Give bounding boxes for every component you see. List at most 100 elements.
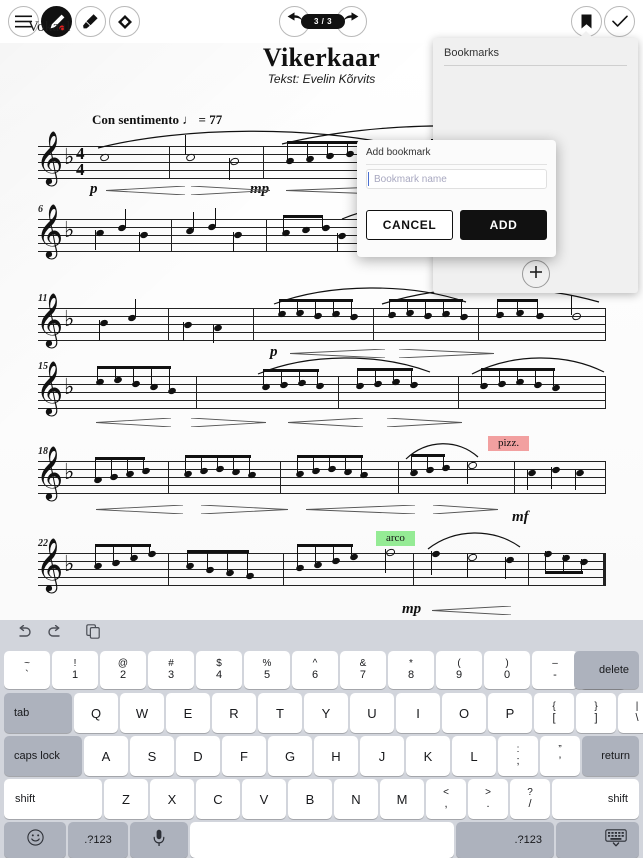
key-c[interactable]: C <box>196 779 240 819</box>
bookmark-icon <box>581 14 592 29</box>
keyboard-undo-button[interactable] <box>12 624 34 644</box>
key-r[interactable]: R <box>212 693 256 733</box>
hide-keyboard-icon <box>605 828 627 852</box>
tempo-marking: Con sentimento ♩ = 77 <box>92 112 222 128</box>
key-4[interactable]: $4 <box>196 651 242 689</box>
key-d[interactable]: D <box>176 736 220 776</box>
key-caps-lock[interactable]: caps lock <box>4 736 82 776</box>
staff-system-4[interactable]: 15 𝄞 ♭ <box>36 357 606 427</box>
microphone-icon <box>153 829 165 852</box>
key-delete[interactable]: delete <box>574 651 639 689</box>
keyboard-paste-button[interactable] <box>82 624 104 644</box>
key-signature: ♭ <box>64 460 75 485</box>
staff-system-5[interactable]: 18 pizz. 𝄞 ♭ mf <box>36 436 606 525</box>
key-comma[interactable]: <, <box>426 779 466 819</box>
keyboard-redo-button[interactable] <box>44 624 66 644</box>
key-t[interactable]: T <box>258 693 302 733</box>
divider <box>366 164 547 165</box>
keyboard-row-qwerty: tab Q W E R T Y U I O P {[ }] | \ <box>0 693 643 733</box>
key-q[interactable]: Q <box>74 693 118 733</box>
key-i[interactable]: I <box>396 693 440 733</box>
key-f[interactable]: F <box>222 736 266 776</box>
add-button[interactable]: ADD <box>460 210 547 240</box>
key-numeric-right[interactable]: .?123 <box>456 822 554 858</box>
key-quote[interactable]: ”’ <box>540 736 580 776</box>
key-7[interactable]: & 7 <box>340 651 386 689</box>
key-slash[interactable]: ? / <box>510 779 550 819</box>
key-x[interactable]: X <box>150 779 194 819</box>
key-n[interactable]: N <box>334 779 378 819</box>
key-z[interactable]: Z <box>104 779 148 819</box>
staff-system-6[interactable]: 22 arco 𝄞 ♭ mp <box>36 531 606 617</box>
highlighter-tool-button[interactable] <box>75 6 106 37</box>
key-dictation[interactable] <box>130 822 188 858</box>
dynamic-marking: mf <box>512 509 529 525</box>
text-caret <box>368 172 369 186</box>
crescendo-hairpin <box>96 505 184 514</box>
key-bracket-right[interactable]: }] <box>576 693 616 733</box>
key-2[interactable]: @2 <box>100 651 146 689</box>
key-return[interactable]: return <box>582 736 639 776</box>
key-p[interactable]: P <box>488 693 532 733</box>
decrescendo-hairpin <box>432 505 498 514</box>
key-u[interactable]: U <box>350 693 394 733</box>
annotation-pizz[interactable]: pizz. <box>488 436 530 451</box>
crescendo-hairpin <box>96 418 172 427</box>
staff: 𝄞 ♭ <box>36 449 606 495</box>
key-9[interactable]: (9 <box>436 651 482 689</box>
key-l[interactable]: L <box>452 736 496 776</box>
key-backslash[interactable]: | \ <box>618 693 643 733</box>
key-emoji[interactable] <box>4 822 66 858</box>
key-8[interactable]: * 8 <box>388 651 434 689</box>
key-j[interactable]: J <box>360 736 404 776</box>
crescendo-hairpin <box>288 418 364 427</box>
undo-icon <box>15 624 32 644</box>
key-5[interactable]: % 5 <box>244 651 290 689</box>
key-k[interactable]: K <box>406 736 450 776</box>
key-g[interactable]: G <box>268 736 312 776</box>
key-h[interactable]: H <box>314 736 358 776</box>
slur <box>254 356 434 376</box>
key-o[interactable]: O <box>442 693 486 733</box>
staff-system-3[interactable]: 11 𝄞 ♭ p <box>36 287 606 360</box>
dialog-title: Add bookmark <box>366 147 431 158</box>
page-indicator[interactable]: 3 / 3 <box>301 14 345 29</box>
key-b[interactable]: B <box>288 779 332 819</box>
key-minus[interactable]: – - <box>532 651 578 689</box>
key-3[interactable]: #3 <box>148 651 194 689</box>
treble-clef-icon: 𝄞 <box>36 292 64 346</box>
key-bracket-left[interactable]: {[ <box>534 693 574 733</box>
key-shift-left[interactable]: shift <box>4 779 102 819</box>
slur <box>424 531 524 551</box>
annotation-arco[interactable]: arco <box>376 531 415 546</box>
key-semicolon[interactable]: :; <box>498 736 538 776</box>
dynamic-marking: mp <box>402 601 422 617</box>
key-tab[interactable]: tab <box>4 693 72 733</box>
confirm-button[interactable] <box>604 6 635 37</box>
key-w[interactable]: W <box>120 693 164 733</box>
decrescendo-hairpin <box>190 186 270 195</box>
key-v[interactable]: V <box>242 779 286 819</box>
eraser-icon <box>116 13 134 31</box>
key-backtick[interactable]: ~ ` <box>4 651 50 689</box>
app-root: Vokaal 3 / 3 Vikerkaar Tekst: Evelin Kõr… <box>0 0 643 858</box>
key-a[interactable]: A <box>84 736 128 776</box>
key-numeric-left[interactable]: .?123 <box>68 822 128 858</box>
key-signature: ♭ <box>64 552 75 577</box>
key-s[interactable]: S <box>130 736 174 776</box>
bookmark-name-input[interactable] <box>366 169 547 189</box>
key-m[interactable]: M <box>380 779 424 819</box>
key-space[interactable] <box>190 822 454 858</box>
key-0[interactable]: ) 0 <box>484 651 530 689</box>
key-period[interactable]: >. <box>468 779 508 819</box>
key-6[interactable]: ^ 6 <box>292 651 338 689</box>
add-bookmark-button[interactable] <box>522 260 550 288</box>
key-e[interactable]: E <box>166 693 210 733</box>
key-shift-right[interactable]: shift <box>552 779 639 819</box>
key-dismiss-keyboard[interactable] <box>556 822 639 858</box>
key-1[interactable]: ! 1 <box>52 651 98 689</box>
key-y[interactable]: Y <box>304 693 348 733</box>
eraser-tool-button[interactable] <box>109 6 140 37</box>
cancel-button[interactable]: CANCEL <box>366 210 453 240</box>
top-toolbar: Vokaal 3 / 3 <box>0 0 643 43</box>
